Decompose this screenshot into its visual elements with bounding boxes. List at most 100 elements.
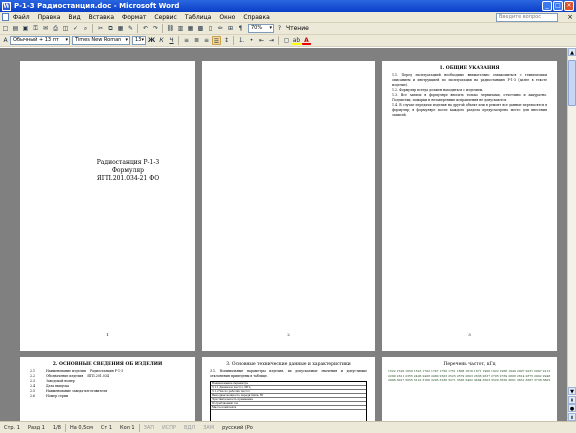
page-3[interactable]: 1. ОБЩИЕ УКАЗАНИЯ 1.1. Перед эксплуатаци… [382, 61, 557, 351]
page-2[interactable]: 2 [202, 61, 375, 351]
menu-view[interactable]: Вид [64, 14, 84, 21]
page-number: 2 [287, 332, 290, 337]
status-rec[interactable]: ЗАП [140, 425, 158, 431]
title-line-code: ЯГП.201.034-21 ФО [96, 175, 160, 182]
print-icon[interactable]: ⎙ [51, 24, 60, 33]
maximize-button[interactable]: □ [553, 1, 563, 11]
styles-pane-icon[interactable]: A [1, 36, 10, 45]
spelling-icon[interactable]: ✓ [71, 24, 80, 33]
menu-format[interactable]: Формат [118, 14, 150, 21]
word-app-icon[interactable]: W [2, 1, 11, 11]
status-ovr[interactable]: ЗАМ [199, 425, 218, 431]
status-page: Стр. 1 [4, 424, 20, 431]
next-page-icon[interactable]: ⇟ [568, 413, 576, 421]
open-icon[interactable]: ▤ [11, 24, 20, 33]
document-close-button[interactable]: × [567, 13, 573, 21]
docmap-icon[interactable]: ⊞ [226, 24, 235, 33]
paragraph: 3.1. Номинальные параметры изделия, их д… [210, 369, 367, 378]
copy-icon[interactable]: ⧉ [106, 24, 115, 33]
save-icon[interactable]: ▣ [21, 24, 30, 33]
insert-table-icon[interactable]: ▦ [186, 24, 195, 33]
tables-icon[interactable]: ▥ [176, 24, 185, 33]
section-heading: Перечень частот, кГц [443, 362, 496, 367]
status-pages: 1/8 [52, 424, 61, 431]
read-button[interactable]: Чтение [284, 25, 311, 32]
hyperlink-icon[interactable]: ⛓ [166, 24, 175, 33]
font-color-icon[interactable]: A [302, 36, 311, 45]
cut-icon[interactable]: ✂ [96, 24, 105, 33]
menu-table[interactable]: Таблица [181, 14, 216, 21]
underline-button[interactable]: Ч [167, 36, 176, 45]
align-center-icon[interactable]: ≣ [192, 36, 201, 45]
undo-icon[interactable]: ↶ [141, 24, 150, 33]
help-icon[interactable]: ? [275, 24, 284, 33]
section-heading: 1. ОБЩИЕ УКАЗАНИЯ [439, 66, 500, 71]
browse-object-icon[interactable]: ● [568, 404, 576, 412]
minimize-button[interactable]: _ [542, 1, 552, 11]
section-heading: 2. ОСНОВНЫЕ СВЕДЕНИЯ ОБ ИЗДЕЛИИ [52, 362, 163, 367]
page-number: 1 [106, 332, 109, 337]
menu-bar: Файл Правка Вид Вставка Формат Сервис Та… [0, 12, 576, 23]
increase-indent-icon[interactable]: ⇥ [267, 36, 276, 45]
title-line-device: Радиостанция Р-1-3 [96, 159, 160, 166]
status-language[interactable]: русский (Ро [218, 425, 257, 431]
menu-help[interactable]: Справка [239, 14, 273, 21]
parameters-table: Наименование параметра 3.1.1 Диапазон ча… [210, 381, 367, 421]
formatting-toolbar: A Обычный + 13 пт Times New Roman 13 Ж К… [0, 35, 576, 47]
italic-button[interactable]: К [157, 36, 166, 45]
toolbar-separator [278, 36, 279, 45]
page-1[interactable]: Радиостанция Р-1-3 Формуляр ЯГП.201.034-… [20, 61, 195, 351]
previous-page-icon[interactable]: ⇞ [568, 396, 576, 404]
page-5[interactable]: 3. Основные технические данные и характе… [202, 357, 375, 421]
preview-icon[interactable]: ◫ [61, 24, 70, 33]
scroll-up-icon[interactable]: ▲ [568, 48, 576, 56]
redo-icon[interactable]: ↷ [151, 24, 160, 33]
zoom-select[interactable]: 70% [248, 24, 274, 33]
menu-window[interactable]: Окно [215, 14, 239, 21]
highlight-icon[interactable]: ab [292, 36, 301, 45]
decrease-indent-icon[interactable]: ⇤ [257, 36, 266, 45]
scroll-thumb[interactable] [568, 60, 576, 106]
menu-insert[interactable]: Вставка [85, 14, 118, 21]
columns-icon[interactable]: ▯ [206, 24, 215, 33]
line-spacing-icon[interactable]: ↕ [222, 36, 231, 45]
border-icon[interactable]: ▢ [282, 36, 291, 45]
table-row: Масса комплекта [211, 406, 366, 410]
new-icon[interactable]: □ [1, 24, 10, 33]
toolbar-separator [92, 24, 93, 33]
paste-icon[interactable]: ▦ [116, 24, 125, 33]
paragraph: 1.4. В случае передачи изделия на другой… [392, 103, 547, 117]
align-left-icon[interactable]: ≡ [182, 36, 191, 45]
page-6[interactable]: Перечень частот, кГц 1522 1520 1650 1523… [382, 357, 557, 421]
scroll-down-icon[interactable]: ▼ [568, 387, 576, 395]
menu-edit[interactable]: Правка [34, 14, 65, 21]
font-size-select[interactable]: 13 [132, 36, 146, 45]
bold-button[interactable]: Ж [147, 36, 156, 45]
status-ext[interactable]: ВДЛ [180, 425, 199, 431]
menu-file[interactable]: Файл [9, 14, 34, 21]
permission-icon[interactable]: ⚿ [31, 24, 40, 33]
help-question-input[interactable]: Введите вопрос [496, 13, 558, 22]
page-4[interactable]: 2. ОСНОВНЫЕ СВЕДЕНИЯ ОБ ИЗДЕЛИИ 2.1 Наим… [20, 357, 195, 421]
excel-icon[interactable]: ▩ [196, 24, 205, 33]
toolbar-separator [178, 36, 179, 45]
close-button[interactable]: × [564, 1, 574, 11]
format-painter-icon[interactable]: ✎ [126, 24, 135, 33]
bullets-icon[interactable]: • [247, 36, 256, 45]
justify-icon[interactable]: ☰ [212, 36, 221, 45]
menu-tools[interactable]: Сервис [150, 14, 180, 21]
status-trk[interactable]: ИСПР [158, 425, 180, 431]
item-value: ЯГП.201.034 [87, 374, 109, 378]
email-icon[interactable]: ✉ [41, 24, 50, 33]
section-heading: 3. Основные технические данные и характе… [226, 362, 351, 367]
research-icon[interactable]: ⌕ [81, 24, 90, 33]
font-select[interactable]: Times New Roman [72, 36, 130, 45]
drawing-icon[interactable]: ✏ [216, 24, 225, 33]
showhide-icon[interactable]: ¶ [236, 24, 245, 33]
document-area[interactable]: Радиостанция Р-1-3 Формуляр ЯГП.201.034-… [0, 48, 567, 421]
style-select[interactable]: Обычный + 13 пт [10, 36, 70, 45]
vertical-scrollbar[interactable]: ▲ ▼ ⇞ ● ⇟ [567, 48, 576, 421]
document-icon[interactable] [2, 13, 9, 21]
numbering-icon[interactable]: ⒈ [237, 36, 246, 45]
align-right-icon[interactable]: ≡ [202, 36, 211, 45]
